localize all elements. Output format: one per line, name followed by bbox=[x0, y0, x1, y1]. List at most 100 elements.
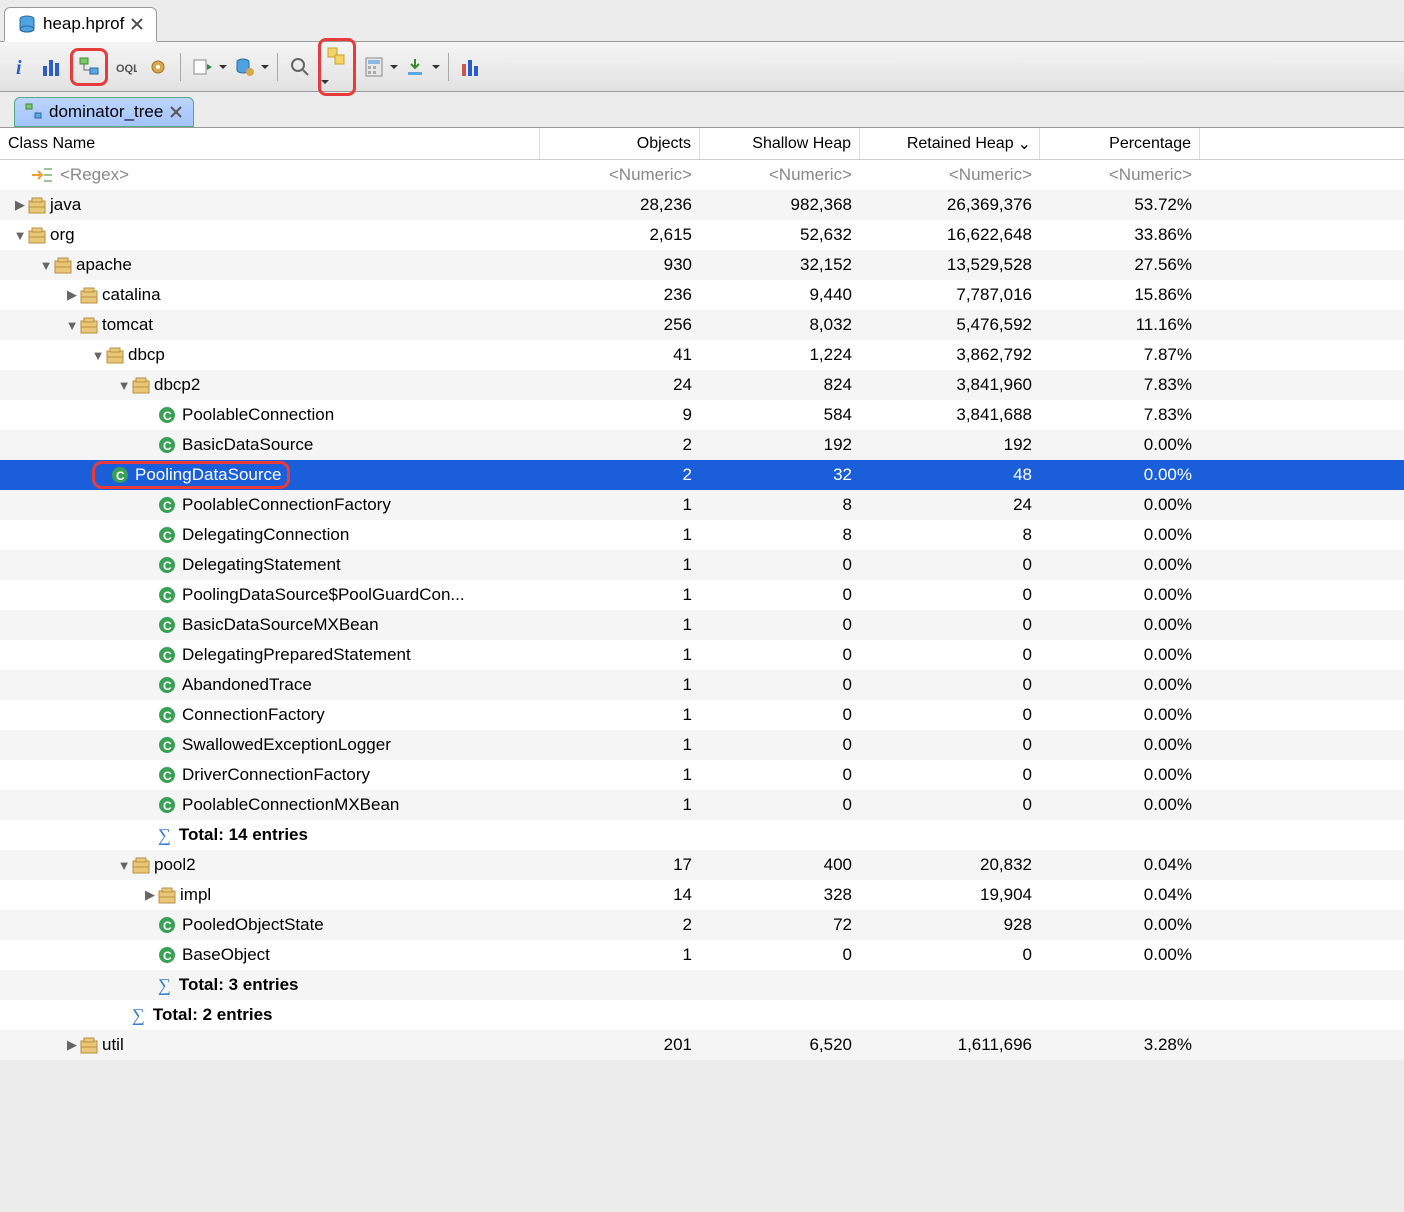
table-row[interactable]: ▼org2,61552,63216,622,64833.86% bbox=[0, 220, 1404, 250]
cell-objects: 1 bbox=[540, 615, 700, 635]
svg-text:C: C bbox=[163, 529, 172, 543]
histogram-icon[interactable] bbox=[38, 53, 66, 81]
dropdown-arrow-icon[interactable] bbox=[261, 63, 269, 71]
tree-toggle-icon[interactable]: ▼ bbox=[116, 378, 132, 393]
table-row[interactable]: CBasicDataSource21921920.00% bbox=[0, 430, 1404, 460]
cell-pct: 7.87% bbox=[1040, 345, 1200, 365]
tree-toggle-icon[interactable]: ▼ bbox=[90, 348, 106, 363]
run-report-icon[interactable] bbox=[189, 53, 217, 81]
table-row[interactable]: CDriverConnectionFactory1000.00% bbox=[0, 760, 1404, 790]
table-row[interactable]: ▶impl1432819,9040.04% bbox=[0, 880, 1404, 910]
db-query-icon[interactable] bbox=[231, 53, 259, 81]
compare-icon[interactable] bbox=[457, 53, 485, 81]
table-row[interactable]: CPoolableConnectionMXBean1000.00% bbox=[0, 790, 1404, 820]
col-header-shallow[interactable]: Shallow Heap bbox=[700, 128, 860, 159]
dropdown-arrow-icon[interactable] bbox=[432, 63, 440, 71]
class-icon: C bbox=[158, 916, 176, 934]
search-icon[interactable] bbox=[286, 53, 314, 81]
table-row[interactable]: ▼pool21740020,8320.04% bbox=[0, 850, 1404, 880]
cell-class-name: ▶catalina bbox=[0, 285, 540, 305]
sigma-icon: ∑ bbox=[158, 825, 171, 846]
tree-toggle-icon[interactable]: ▶ bbox=[64, 287, 80, 303]
cell-pct: 3.28% bbox=[1040, 1035, 1200, 1055]
dropdown-arrow-icon[interactable] bbox=[219, 63, 227, 71]
cell-pct: 0.00% bbox=[1040, 915, 1200, 935]
table-row[interactable]: ∑Total: 2 entries bbox=[0, 1000, 1404, 1030]
table-row[interactable]: CDelegatingStatement1000.00% bbox=[0, 550, 1404, 580]
cell-objects: 1 bbox=[540, 585, 700, 605]
table-row[interactable]: ▼tomcat2568,0325,476,59211.16% bbox=[0, 310, 1404, 340]
oql-icon[interactable]: OQL bbox=[112, 53, 140, 81]
cell-shallow: 400 bbox=[700, 855, 860, 875]
sort-indicator-icon: ⌄ bbox=[1018, 134, 1031, 154]
filter-shallow[interactable]: <Numeric> bbox=[700, 165, 860, 185]
view-tab[interactable]: dominator_tree bbox=[14, 97, 194, 127]
table-row[interactable]: ▶catalina2369,4407,787,01615.86% bbox=[0, 280, 1404, 310]
table-row[interactable]: ∑Total: 14 entries bbox=[0, 820, 1404, 850]
gear-icon[interactable] bbox=[144, 53, 172, 81]
tree-toggle-icon[interactable]: ▼ bbox=[38, 258, 54, 273]
cell-shallow: 0 bbox=[700, 555, 860, 575]
export-icon[interactable] bbox=[402, 53, 430, 81]
filter-percentage[interactable]: <Numeric> bbox=[1040, 165, 1200, 185]
table-row[interactable]: ▼dbcp411,2243,862,7927.87% bbox=[0, 340, 1404, 370]
calculator-icon[interactable] bbox=[360, 53, 388, 81]
table-row[interactable]: CPoolingDataSource$PoolGuardCon...1000.0… bbox=[0, 580, 1404, 610]
cell-class-name: CPoolableConnectionMXBean bbox=[0, 795, 540, 815]
table-row[interactable]: ▼dbcp2248243,841,9607.83% bbox=[0, 370, 1404, 400]
table-row[interactable]: CBasicDataSourceMXBean1000.00% bbox=[0, 610, 1404, 640]
close-icon[interactable] bbox=[169, 105, 183, 119]
table-row[interactable]: ▶util2016,5201,611,6963.28% bbox=[0, 1030, 1404, 1060]
tree-toggle-icon[interactable]: ▶ bbox=[142, 887, 158, 903]
col-header-percentage[interactable]: Percentage bbox=[1040, 128, 1200, 159]
view-tab-label: dominator_tree bbox=[49, 102, 163, 122]
tree-toggle-icon[interactable]: ▼ bbox=[116, 858, 132, 873]
row-label: DriverConnectionFactory bbox=[182, 765, 370, 785]
table-row[interactable]: CPoolingDataSource232480.00% bbox=[0, 460, 1404, 490]
class-icon: C bbox=[158, 616, 176, 634]
table-row[interactable]: CConnectionFactory1000.00% bbox=[0, 700, 1404, 730]
group-by-icon[interactable] bbox=[323, 43, 351, 71]
cell-objects: 256 bbox=[540, 315, 700, 335]
close-icon[interactable] bbox=[130, 17, 144, 31]
dropdown-arrow-icon[interactable] bbox=[390, 63, 398, 71]
row-label: util bbox=[102, 1035, 124, 1055]
table-row[interactable]: ∑Total: 3 entries bbox=[0, 970, 1404, 1000]
table-row[interactable]: CPoolableConnection95843,841,6887.83% bbox=[0, 400, 1404, 430]
row-label: DelegatingPreparedStatement bbox=[182, 645, 411, 665]
cell-class-name: ∑Total: 2 entries bbox=[0, 1005, 540, 1026]
tree-toggle-icon[interactable]: ▼ bbox=[12, 228, 28, 243]
cell-pct: 0.00% bbox=[1040, 765, 1200, 785]
filter-objects[interactable]: <Numeric> bbox=[540, 165, 700, 185]
dropdown-arrow-icon[interactable] bbox=[321, 78, 329, 86]
cell-pct: 0.00% bbox=[1040, 735, 1200, 755]
table-row[interactable]: CPoolableConnectionFactory18240.00% bbox=[0, 490, 1404, 520]
cell-shallow: 982,368 bbox=[700, 195, 860, 215]
class-icon: C bbox=[158, 766, 176, 784]
tree-toggle-icon[interactable]: ▶ bbox=[64, 1037, 80, 1053]
table-row[interactable]: CDelegatingConnection1880.00% bbox=[0, 520, 1404, 550]
filter-retained[interactable]: <Numeric> bbox=[860, 165, 1040, 185]
table-row[interactable]: ▼apache93032,15213,529,52827.56% bbox=[0, 250, 1404, 280]
tree-toggle-icon[interactable]: ▼ bbox=[64, 318, 80, 333]
table-row[interactable]: CPooledObjectState2729280.00% bbox=[0, 910, 1404, 940]
col-header-retained[interactable]: Retained Heap⌄ bbox=[860, 128, 1040, 159]
table-row[interactable]: CSwallowedExceptionLogger1000.00% bbox=[0, 730, 1404, 760]
tree-toggle-icon[interactable]: ▶ bbox=[12, 197, 28, 213]
row-label: apache bbox=[76, 255, 132, 275]
info-icon[interactable]: i bbox=[6, 53, 34, 81]
table-row[interactable]: CDelegatingPreparedStatement1000.00% bbox=[0, 640, 1404, 670]
cell-retained: 16,622,648 bbox=[860, 225, 1040, 245]
cell-shallow: 1,224 bbox=[700, 345, 860, 365]
cell-shallow: 0 bbox=[700, 615, 860, 635]
filter-class-name[interactable]: <Regex> bbox=[0, 165, 540, 185]
class-icon: C bbox=[158, 646, 176, 664]
table-row[interactable]: CBaseObject1000.00% bbox=[0, 940, 1404, 970]
col-header-class-name[interactable]: Class Name bbox=[0, 128, 540, 159]
table-row[interactable]: CAbandonedTrace1000.00% bbox=[0, 670, 1404, 700]
table-row[interactable]: ▶java28,236982,36826,369,37653.72% bbox=[0, 190, 1404, 220]
dominator-tree-icon[interactable] bbox=[75, 53, 103, 81]
file-tab[interactable]: heap.hprof bbox=[4, 7, 157, 42]
cell-retained: 0 bbox=[860, 585, 1040, 605]
col-header-objects[interactable]: Objects bbox=[540, 128, 700, 159]
